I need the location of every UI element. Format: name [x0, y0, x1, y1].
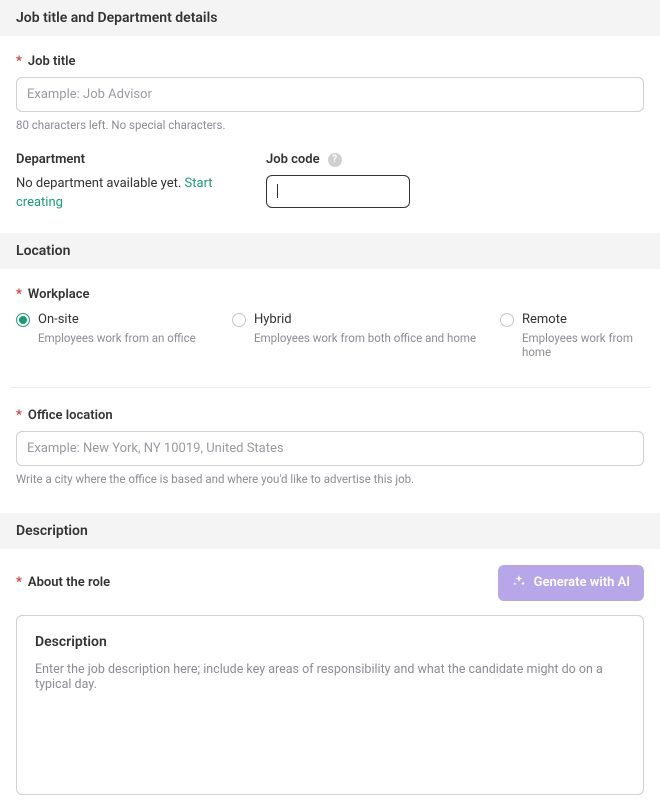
- section-header-location-text: Location: [16, 243, 70, 259]
- section-header-jobtitle-text: Job title and Department details: [16, 10, 217, 26]
- about-row: * About the role Generate with AI: [0, 549, 660, 615]
- office-location-label: * Office location: [16, 408, 644, 423]
- radio-content-remote: Remote Employees work from home: [522, 312, 644, 359]
- job-title-input[interactable]: [16, 77, 644, 112]
- jobcode-column: Job code ?: [266, 152, 410, 213]
- department-empty-text: No department available yet. Start creat…: [16, 175, 226, 213]
- department-label: Department: [16, 152, 226, 167]
- section-header-location: Location: [0, 233, 660, 269]
- radio-onsite[interactable]: [16, 313, 30, 327]
- section-header-description-text: Description: [16, 523, 88, 539]
- radio-label-hybrid: Hybrid: [254, 312, 476, 327]
- radio-content-hybrid: Hybrid Employees work from both office a…: [254, 312, 476, 345]
- section-body-location: * Workplace On-site Employees work from …: [0, 269, 660, 387]
- radio-label-onsite: On-site: [38, 312, 196, 327]
- radio-remote[interactable]: [500, 313, 514, 327]
- jobcode-input[interactable]: [266, 175, 410, 208]
- office-location-helper: Write a city where the office is based a…: [16, 472, 644, 486]
- required-star: *: [16, 54, 22, 69]
- section-header-jobtitle: Job title and Department details: [0, 0, 660, 36]
- generate-ai-button[interactable]: Generate with AI: [498, 565, 644, 601]
- job-title-label: * Job title: [16, 54, 644, 69]
- department-column: Department No department available yet. …: [16, 152, 226, 213]
- office-location-input[interactable]: [16, 431, 644, 466]
- workplace-label: * Workplace: [16, 287, 644, 302]
- job-title-helper: 80 characters left. No special character…: [16, 118, 644, 132]
- help-icon[interactable]: ?: [328, 153, 342, 167]
- section-header-description: Description: [0, 513, 660, 549]
- department-text-prefix: No department available yet.: [16, 176, 185, 191]
- department-label-text: Department: [16, 152, 85, 167]
- radio-desc-onsite: Employees work from an office: [38, 331, 196, 345]
- required-star: *: [16, 575, 22, 590]
- description-box-heading: Description: [35, 634, 625, 650]
- radio-content-onsite: On-site Employees work from an office: [38, 312, 196, 345]
- radio-label-remote: Remote: [522, 312, 644, 327]
- radio-desc-hybrid: Employees work from both office and home: [254, 331, 476, 345]
- radio-desc-remote: Employees work from home: [522, 331, 644, 359]
- divider: [10, 387, 650, 388]
- section-body-jobtitle: * Job title 80 characters left. No speci…: [0, 36, 660, 233]
- workplace-option-remote[interactable]: Remote Employees work from home: [500, 312, 644, 359]
- workplace-option-hybrid[interactable]: Hybrid Employees work from both office a…: [232, 312, 500, 359]
- workplace-option-onsite[interactable]: On-site Employees work from an office: [16, 312, 232, 359]
- description-editor[interactable]: Description Enter the job description he…: [16, 615, 644, 795]
- text-caret: [277, 184, 278, 198]
- office-location-label-text: Office location: [28, 408, 113, 423]
- workplace-label-text: Workplace: [28, 287, 90, 302]
- jobcode-label: Job code ?: [266, 152, 410, 167]
- workplace-options-row: On-site Employees work from an office Hy…: [16, 312, 644, 359]
- description-box-placeholder: Enter the job description here; include …: [35, 662, 625, 692]
- office-location-block: * Office location Write a city where the…: [0, 408, 660, 491]
- about-role-label-text: About the role: [28, 575, 110, 590]
- required-star: *: [16, 287, 22, 302]
- job-title-label-text: Job title: [28, 54, 76, 69]
- jobcode-label-text: Job code: [266, 152, 320, 167]
- spacer: [0, 491, 660, 513]
- sparkle-icon: [512, 574, 526, 592]
- radio-hybrid[interactable]: [232, 313, 246, 327]
- generate-ai-button-label: Generate with AI: [534, 575, 630, 590]
- about-role-label: * About the role: [16, 575, 110, 590]
- dept-jobcode-row: Department No department available yet. …: [16, 152, 644, 213]
- required-star: *: [16, 408, 22, 423]
